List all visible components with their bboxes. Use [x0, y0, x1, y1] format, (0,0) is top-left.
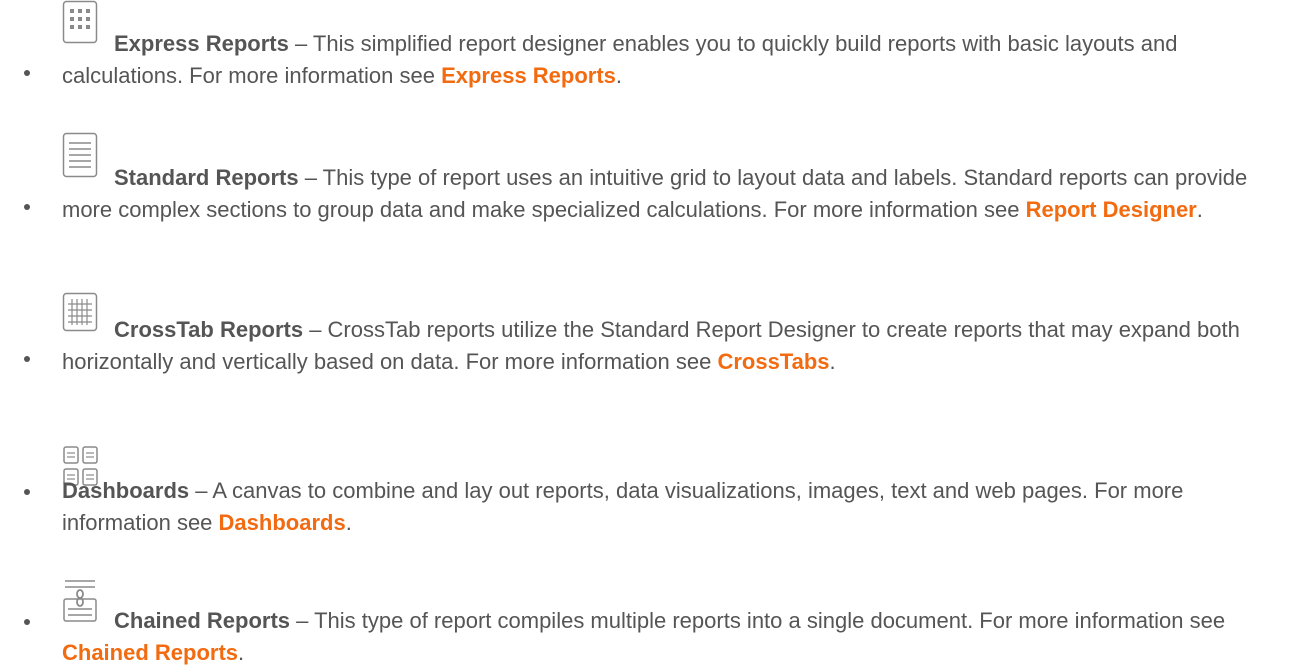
item-end: . — [615, 63, 623, 88]
item-title: Standard Reports — [114, 165, 299, 190]
item-dash: – — [288, 31, 313, 56]
item-end: . — [829, 349, 836, 374]
bullet — [24, 356, 30, 362]
item-title: Chained Reports — [114, 608, 291, 633]
bullet — [24, 489, 30, 495]
list-item-express-reports: Express Reports – This simplified report… — [0, 0, 1177, 88]
express-reports-link[interactable]: Express Reports — [441, 63, 616, 88]
item-dash: – — [298, 165, 323, 190]
item-paragraph: Chained Reports – This type of report co… — [62, 605, 1272, 669]
crosstabs-link[interactable]: CrossTabs — [717, 349, 829, 374]
item-dash: – — [303, 317, 328, 342]
report-designer-link[interactable]: Report Designer — [1026, 197, 1197, 222]
item-end: . — [238, 640, 245, 665]
bullet — [24, 204, 30, 210]
chained-reports-link[interactable]: Chained Reports — [62, 640, 238, 665]
item-paragraph: Standard Reports – This type of report u… — [62, 162, 1272, 226]
bullet — [24, 70, 30, 76]
item-dash: – — [290, 608, 315, 633]
item-end: . — [345, 510, 352, 535]
item-title: Dashboards — [62, 478, 190, 503]
item-title: Express Reports — [114, 31, 289, 56]
item-title: CrossTab Reports — [114, 317, 304, 342]
item-description: This type of report compiles multiple re… — [314, 608, 1226, 633]
bullet — [24, 619, 30, 625]
item-paragraph: Dashboards – A canvas to combine and lay… — [62, 449, 1272, 539]
dashboards-link[interactable]: Dashboards — [219, 510, 346, 535]
item-paragraph: Express Reports – This simplified report… — [62, 28, 1272, 92]
item-dash: – — [189, 478, 213, 503]
item-end: . — [1196, 197, 1203, 222]
item-paragraph: CrossTab Reports – CrossTab reports util… — [62, 314, 1272, 378]
